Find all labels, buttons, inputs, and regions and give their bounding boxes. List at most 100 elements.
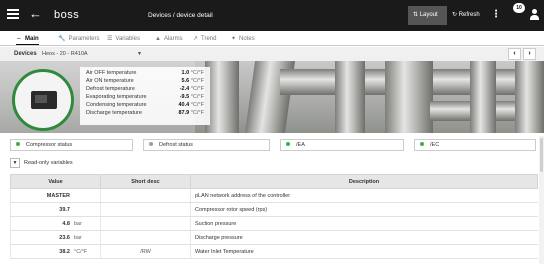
- cell-short-desc: [100, 188, 191, 203]
- table-row[interactable]: 23.6 bar Discharge pressure: [10, 230, 538, 245]
- reading-number: 40.4: [178, 102, 190, 108]
- reading-label: Air ON temperature: [86, 78, 134, 84]
- cell-description: Water Inlet Temperature: [190, 244, 538, 259]
- page-title: Devices / device detail: [148, 12, 213, 19]
- value-number: 38.2: [59, 248, 70, 255]
- menu-icon[interactable]: [7, 9, 19, 21]
- refresh-label: Refresh: [458, 12, 480, 18]
- readonly-label: Read-only variables: [24, 160, 73, 166]
- back-arrow-icon[interactable]: ←: [29, 6, 42, 22]
- next-device-button[interactable]: ›: [523, 48, 536, 60]
- pipe-graphic: [335, 61, 365, 133]
- tab-parameters-label: Parameters: [68, 36, 100, 42]
- tab-main-label: Main: [25, 36, 39, 42]
- device-thumbnail: [12, 69, 74, 131]
- value-number: 23.6: [59, 234, 70, 241]
- reading-row: Discharge temperature 87.9 °C/°F: [83, 109, 207, 117]
- layout-button[interactable]: ⇅ Layout: [408, 6, 447, 25]
- cell-short-desc: /RW: [100, 244, 191, 259]
- tab-trend[interactable]: ↗ Trend: [193, 33, 216, 45]
- value-number: 4.8: [62, 220, 70, 227]
- list-icon: ☰: [107, 36, 113, 42]
- reading-unit: °C/°F: [190, 86, 204, 92]
- reading-label: Condensing temperature: [86, 102, 147, 108]
- status-label: /EA: [296, 142, 305, 148]
- status-dot-icon: [16, 141, 20, 146]
- cell-value: MASTER: [10, 188, 101, 203]
- chevron-left-icon: ‹: [513, 50, 516, 57]
- reading-unit: °C/°F: [190, 70, 204, 76]
- caret-down-icon: ▼: [137, 51, 142, 57]
- device-select-value: Heos - 20 - R410A: [42, 51, 88, 57]
- reading-value: 5.6 °C/°F: [182, 77, 204, 85]
- more-options-icon[interactable]: ⋮: [491, 8, 501, 22]
- cell-value: 23.6 bar: [10, 230, 101, 245]
- pin-icon: ✦: [231, 36, 237, 42]
- cell-description: Discharge pressure: [190, 230, 538, 245]
- status-ec: /EC: [414, 139, 536, 151]
- cell-short-desc: [100, 202, 191, 217]
- cell-value: 39.7: [10, 202, 101, 217]
- tab-trend-label: Trend: [201, 36, 217, 42]
- reading-label: Defrost temperature: [86, 86, 135, 92]
- page-scrollbar[interactable]: [539, 136, 544, 264]
- refresh-icon: ↻: [452, 12, 458, 18]
- refresh-button[interactable]: ↻ Refresh: [452, 6, 480, 25]
- value-number: 39.7: [59, 206, 70, 213]
- device-select[interactable]: Heos - 20 - R410A ▼: [42, 49, 142, 59]
- reading-row: Air ON temperature 5.6 °C/°F: [83, 77, 207, 85]
- cell-description: Compressor rotor speed (rps): [190, 202, 538, 217]
- chevron-down-icon: ▼: [10, 157, 20, 168]
- tab-alarms-label: Alarms: [163, 36, 183, 42]
- reading-label: Air OFF temperature: [86, 70, 137, 76]
- column-header-value[interactable]: Value: [10, 174, 101, 189]
- tab-parameters[interactable]: 🔧 Parameters: [58, 33, 100, 45]
- cell-short-desc: [100, 216, 191, 231]
- scrollbar-thumb[interactable]: [540, 138, 543, 172]
- pipe-graphic: [205, 61, 239, 133]
- variables-table: Value Short desc Description MASTER pLAN…: [10, 174, 538, 259]
- status-dot-icon: [149, 141, 153, 146]
- prev-device-button[interactable]: ‹: [508, 48, 521, 60]
- controller-device-icon: [31, 91, 57, 109]
- tab-main[interactable]: ⇔ Main: [16, 33, 39, 45]
- status-label: Defrost status: [159, 142, 193, 148]
- value-unit: bar: [74, 234, 82, 241]
- tab-notes[interactable]: ✦ Notes: [231, 33, 255, 45]
- pipe-graphic: [385, 61, 433, 133]
- device-image-panel: Air OFF temperature 1.0 °C/°F Air ON tem…: [0, 61, 544, 133]
- reading-value: -9.5 °C/°F: [180, 93, 204, 101]
- reading-unit: °C/°F: [190, 94, 204, 100]
- reading-value: 87.9 °C/°F: [178, 109, 204, 117]
- tab-variables[interactable]: ☰ Variables: [107, 33, 140, 45]
- reading-number: -2.4: [179, 86, 190, 92]
- value-unit: °C/°F: [74, 248, 88, 255]
- readonly-toggle[interactable]: ▼ Read-only variables: [10, 157, 73, 169]
- table-row[interactable]: 4.8 bar Suction pressure: [10, 216, 538, 231]
- cell-value: 4.8 bar: [10, 216, 101, 231]
- wrench-icon: 🔧: [58, 36, 66, 42]
- table-row[interactable]: MASTER pLAN network address of the contr…: [10, 188, 538, 203]
- tab-alarms[interactable]: ▲ Alarms: [155, 33, 183, 45]
- value-number: MASTER: [46, 192, 70, 199]
- reading-row: Defrost temperature -2.4 °C/°F: [83, 85, 207, 93]
- reading-number: -9.5: [179, 94, 190, 100]
- table-row[interactable]: 38.2 °C/°F /RW Water Inlet Temperature: [10, 244, 538, 259]
- table-row[interactable]: 39.7 Compressor rotor speed (rps): [10, 202, 538, 217]
- reading-row: Air OFF temperature 1.0 °C/°F: [83, 69, 207, 77]
- user-icon[interactable]: [530, 9, 539, 21]
- status-compressor: Compressor status: [10, 139, 133, 151]
- column-header-short-desc[interactable]: Short desc: [100, 174, 191, 189]
- reading-row: Condensing temperature 40.4 °C/°F: [83, 101, 207, 109]
- notification-badge[interactable]: 10: [513, 3, 525, 13]
- reading-unit: °C/°F: [190, 110, 204, 116]
- layout-label: Layout: [419, 12, 438, 18]
- trend-icon: ↗: [193, 36, 199, 42]
- reading-label: Discharge temperature: [86, 110, 142, 116]
- status-dot-icon: [286, 141, 290, 146]
- layout-icon: ⇅: [413, 12, 419, 18]
- column-header-description[interactable]: Description: [190, 174, 538, 189]
- app-logo: boss: [54, 8, 79, 22]
- cell-short-desc: [100, 230, 191, 245]
- reading-row: Evaporating temperature -9.5 °C/°F: [83, 93, 207, 101]
